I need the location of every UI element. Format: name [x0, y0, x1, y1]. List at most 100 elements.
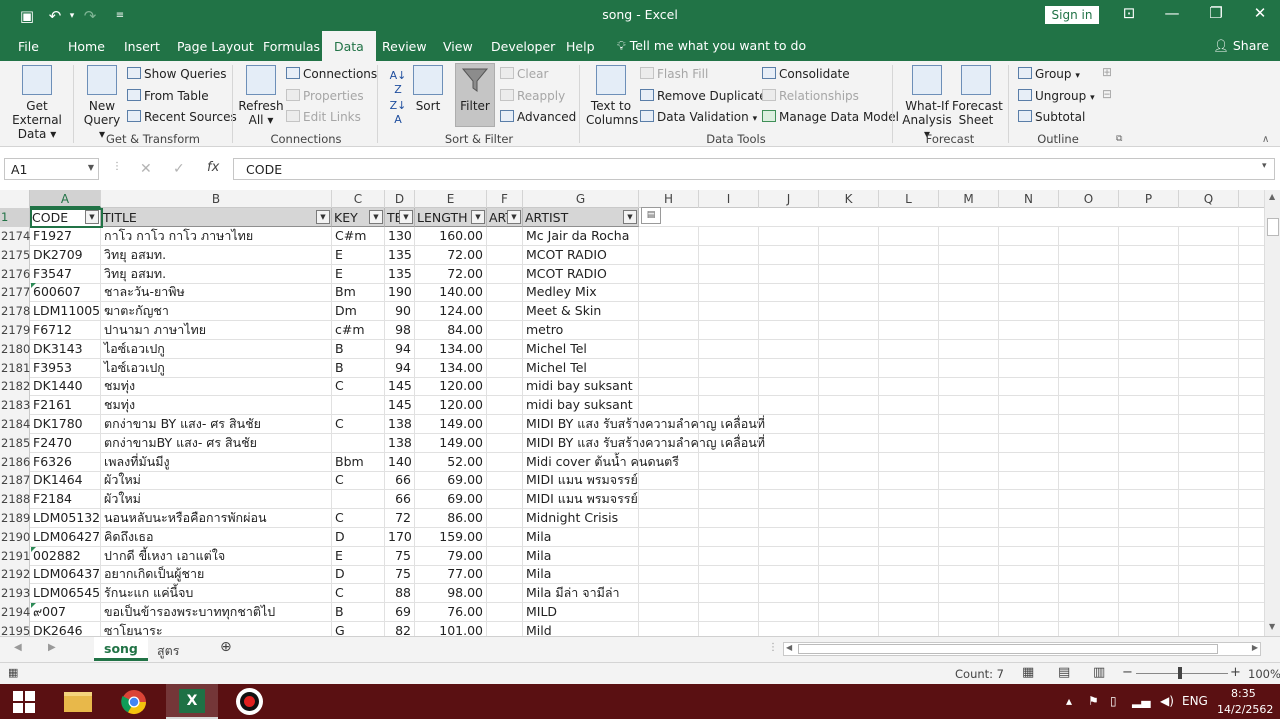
- cell-length[interactable]: 86.00: [415, 509, 487, 528]
- empty-cell[interactable]: [819, 527, 879, 547]
- ribbon-display-options-icon[interactable]: ⊡: [1117, 4, 1141, 22]
- empty-cell[interactable]: [699, 339, 759, 359]
- subtotal-button[interactable]: Subtotal: [1018, 110, 1085, 124]
- cell-art[interactable]: [487, 358, 523, 378]
- empty-cell[interactable]: [759, 471, 819, 491]
- empty-cell[interactable]: [639, 565, 699, 585]
- cell-tempo[interactable]: 138: [385, 415, 415, 434]
- empty-cell[interactable]: [879, 471, 939, 491]
- empty-cell[interactable]: [819, 415, 879, 434]
- empty-cell[interactable]: [1119, 415, 1179, 434]
- cell-tempo[interactable]: 75: [385, 565, 415, 585]
- cell-code[interactable]: F1927: [30, 227, 101, 246]
- row-number[interactable]: 2192: [0, 565, 30, 585]
- header-cell[interactable]: TE ▼: [385, 208, 415, 227]
- empty-cell[interactable]: [999, 584, 1059, 604]
- cell-key[interactable]: C: [332, 471, 385, 491]
- empty-cell[interactable]: [759, 433, 819, 453]
- empty-cell[interactable]: [999, 283, 1059, 303]
- cell-artist[interactable]: MIDI BY แสง รับสร้างความลำคาญ เคลื่อนที่: [523, 415, 765, 434]
- empty-cell[interactable]: [999, 339, 1059, 359]
- cell-code[interactable]: DK2646: [30, 621, 101, 636]
- cell-title[interactable]: นอนหลับนะหรือคือการพักผ่อน: [101, 509, 332, 528]
- filter-dropdown-icon[interactable]: ▼: [316, 210, 330, 224]
- zoom-out-icon[interactable]: −: [1122, 665, 1133, 680]
- empty-cell[interactable]: [1059, 565, 1119, 585]
- empty-cell[interactable]: [819, 339, 879, 359]
- empty-cell[interactable]: [1179, 452, 1239, 472]
- empty-cell[interactable]: [1119, 621, 1179, 636]
- cell-artist[interactable]: MIDI แมน พรมจรรย์: [523, 471, 639, 491]
- insert-function-icon[interactable]: fx: [207, 160, 219, 175]
- empty-cell[interactable]: [1179, 358, 1239, 378]
- sign-in-button[interactable]: Sign in: [1045, 6, 1099, 24]
- empty-cell[interactable]: [1059, 527, 1119, 547]
- row-number[interactable]: 2174: [0, 227, 30, 246]
- row-number[interactable]: 2177: [0, 283, 30, 303]
- cell-artist[interactable]: MCOT RADIO: [523, 264, 639, 284]
- empty-cell[interactable]: [699, 264, 759, 284]
- number-as-text-warning-icon[interactable]: [31, 283, 36, 289]
- empty-cell[interactable]: [819, 245, 879, 265]
- empty-cell[interactable]: [1059, 546, 1119, 566]
- empty-cell[interactable]: [699, 546, 759, 566]
- horizontal-scrollbar[interactable]: ◀ ▶: [783, 642, 1261, 656]
- cell-key[interactable]: Bm: [332, 283, 385, 303]
- empty-cell[interactable]: [699, 302, 759, 322]
- empty-cell[interactable]: [939, 358, 999, 378]
- cell-title[interactable]: ฆาตะกัญชา: [101, 302, 332, 322]
- empty-cell[interactable]: [819, 452, 879, 472]
- cell-art[interactable]: [487, 603, 523, 622]
- chrome-taskbar[interactable]: [108, 684, 160, 719]
- empty-cell[interactable]: [1059, 227, 1119, 246]
- empty-cell[interactable]: [939, 339, 999, 359]
- empty-cell[interactable]: [1059, 603, 1119, 622]
- normal-view-icon[interactable]: ▦: [1022, 665, 1034, 680]
- cell-key[interactable]: E: [332, 546, 385, 566]
- empty-cell[interactable]: [759, 565, 819, 585]
- empty-cell[interactable]: [819, 490, 879, 510]
- empty-cell[interactable]: [759, 358, 819, 378]
- cell-length[interactable]: 72.00: [415, 264, 487, 284]
- cell-title[interactable]: ชมทุ่ง: [101, 396, 332, 416]
- row-number[interactable]: 2188: [0, 490, 30, 510]
- cell-key[interactable]: E: [332, 264, 385, 284]
- empty-cell[interactable]: [1059, 264, 1119, 284]
- cell-length[interactable]: 134.00: [415, 339, 487, 359]
- empty-cell[interactable]: [939, 490, 999, 510]
- cell-art[interactable]: [487, 471, 523, 491]
- column-header[interactable]: M: [939, 190, 999, 208]
- empty-cell[interactable]: [1179, 490, 1239, 510]
- cell-tempo[interactable]: 94: [385, 358, 415, 378]
- empty-cell[interactable]: [879, 245, 939, 265]
- empty-cell[interactable]: [879, 452, 939, 472]
- macro-record-icon[interactable]: ▦: [8, 666, 18, 679]
- tab-insert[interactable]: Insert: [124, 39, 160, 54]
- empty-cell[interactable]: [1119, 339, 1179, 359]
- empty-cell[interactable]: [819, 621, 879, 636]
- cell-artist[interactable]: Midi cover ต้นน้ำ คนดนตรี: [523, 452, 679, 472]
- formula-input[interactable]: CODE: [233, 158, 1275, 180]
- page-break-view-icon[interactable]: ▥: [1093, 665, 1105, 680]
- empty-cell[interactable]: [639, 227, 699, 246]
- scroll-left-icon[interactable]: ◀: [786, 643, 792, 652]
- empty-cell[interactable]: [639, 452, 699, 472]
- cell-code[interactable]: F2184: [30, 490, 101, 510]
- cell-key[interactable]: C#m: [332, 227, 385, 246]
- close-icon[interactable]: ✕: [1248, 4, 1272, 22]
- cell-tempo[interactable]: 145: [385, 377, 415, 397]
- row-number[interactable]: 2191: [0, 546, 30, 566]
- cell-title[interactable]: ชมทุ่ง: [101, 377, 332, 397]
- cell-title[interactable]: คิดถึงเธอ: [101, 527, 332, 547]
- empty-cell[interactable]: [819, 509, 879, 528]
- empty-cell[interactable]: [1059, 415, 1119, 434]
- scroll-right-icon[interactable]: ▶: [1252, 643, 1258, 652]
- cell-length[interactable]: 120.00: [415, 396, 487, 416]
- cell-art[interactable]: [487, 565, 523, 585]
- empty-cell[interactable]: [1119, 227, 1179, 246]
- empty-cell[interactable]: [1059, 490, 1119, 510]
- empty-cell[interactable]: [1179, 227, 1239, 246]
- empty-cell[interactable]: [759, 584, 819, 604]
- empty-cell[interactable]: [1059, 358, 1119, 378]
- cell-key[interactable]: C: [332, 584, 385, 604]
